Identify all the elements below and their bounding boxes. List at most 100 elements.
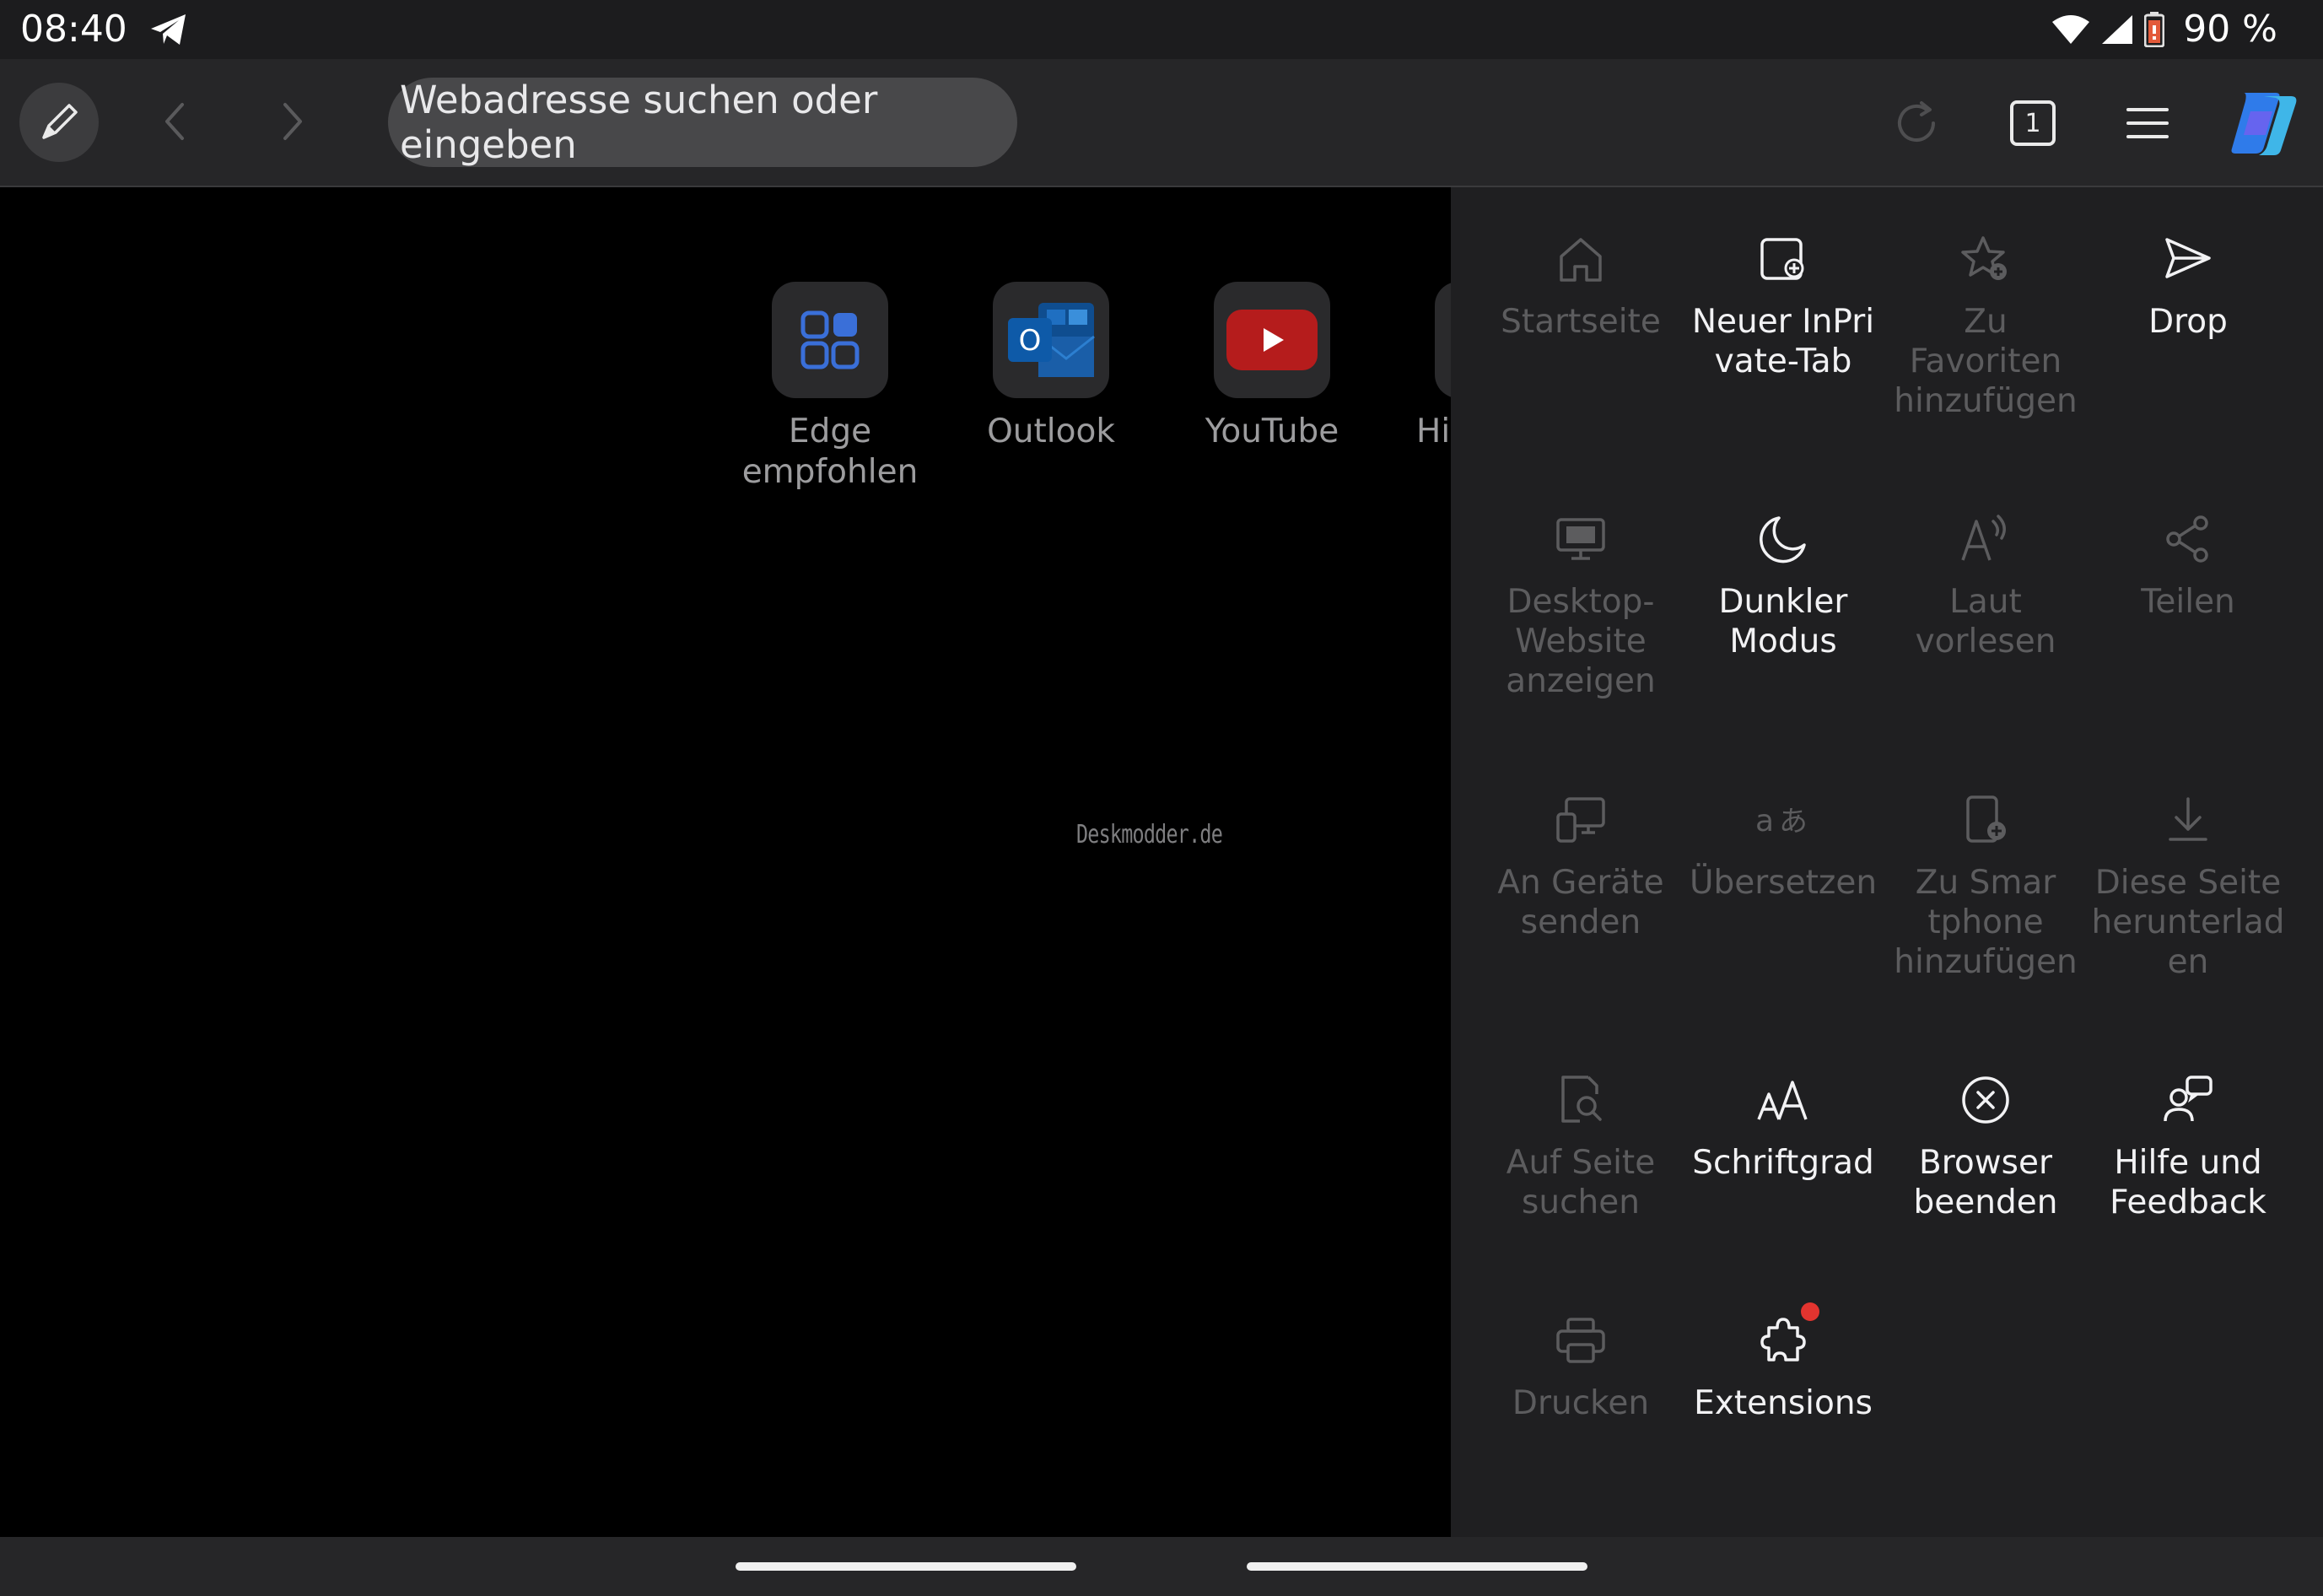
svg-text:あ: あ: [1779, 805, 1808, 838]
forward-icon: [283, 103, 302, 140]
read-aloud-icon: [1954, 508, 2017, 570]
tile-icon: [1435, 282, 1451, 398]
menu-item-label: Dunkler Modus: [1718, 583, 1848, 661]
menu-item-label: Neuer InPri vate-Tab: [1691, 303, 1875, 380]
menu-item-inprivate-tab[interactable]: Neuer InPri vate-Tab: [1682, 228, 1884, 381]
telegram-icon: [151, 14, 186, 45]
svg-text:a: a: [1755, 804, 1774, 838]
watermark: Deskmodder.de: [1076, 820, 1223, 849]
tabs-icon: 1: [2010, 100, 2056, 146]
menu-item-teilen[interactable]: Teilen: [2087, 508, 2289, 622]
status-time: 08:40: [20, 8, 127, 51]
status-bar: 08:40 90 %: [0, 0, 2323, 59]
menu-item-dunkler-modus[interactable]: Dunkler Modus: [1682, 508, 1884, 661]
menu-item-herunterladen[interactable]: Diese Seite herunterlad en: [2087, 789, 2289, 982]
notification-badge: [1801, 1302, 1819, 1321]
menu-item-schriftgrad[interactable]: Schriftgrad: [1682, 1069, 1884, 1183]
status-right: 90 %: [2051, 7, 2277, 52]
inprivate-tab-icon: [1752, 228, 1814, 290]
download-icon: [2157, 789, 2219, 851]
navigation-bar: [0, 1537, 2323, 1596]
tab-count: 1: [2024, 108, 2041, 138]
battery-icon: [2144, 12, 2165, 47]
extensions-icon: [1752, 1302, 1819, 1372]
shortcut-youtube[interactable]: YouTube: [1175, 282, 1369, 452]
menu-item-hilfe-feedback[interactable]: Hilfe und Feedback: [2087, 1069, 2289, 1222]
shortcut-label: Edge empfohlen: [741, 412, 919, 491]
gesture-handle-right[interactable]: [1247, 1562, 1587, 1571]
menu-item-an-geraete-senden[interactable]: An Geräte senden: [1479, 789, 1682, 942]
find-on-page-icon: [1550, 1069, 1612, 1131]
menu-item-label: Startseite: [1501, 303, 1661, 341]
address-placeholder: Webadresse suchen oder eingeben: [400, 78, 878, 167]
menu-item-startseite[interactable]: Startseite: [1479, 228, 1682, 342]
menu-item-label: Zu Favoriten hinzufügen: [1894, 303, 2078, 420]
menu-item-label: An Geräte senden: [1497, 864, 1664, 941]
menu-item-label: Desktop-Website anzeigen: [1506, 583, 1656, 700]
print-icon: [1550, 1309, 1612, 1372]
drop-send-icon: [2157, 228, 2219, 290]
pen-icon: [42, 104, 78, 139]
menu-item-label: Schriftgrad: [1692, 1144, 1874, 1182]
menu-item-extensions[interactable]: Extensions: [1682, 1302, 1884, 1423]
shortcut-label: Hi: [1416, 412, 1451, 450]
copilot-icon: [2231, 93, 2297, 155]
svg-text:O: O: [1019, 324, 1042, 358]
favorite-add-icon: [1954, 228, 2017, 290]
menu-item-label: Auf Seite suchen: [1506, 1144, 1656, 1221]
menu-icon: [2126, 108, 2169, 138]
menu-item-label: Übersetzen: [1689, 864, 1878, 902]
shortcut-label: YouTube: [1205, 412, 1339, 450]
moon-icon: [1752, 508, 1814, 570]
shortcut-outlook[interactable]: O Outlook: [954, 282, 1148, 452]
reload-button[interactable]: [1884, 91, 1948, 155]
menu-item-drucken[interactable]: Drucken: [1479, 1309, 1682, 1423]
menu-item-label: Diese Seite herunterlad en: [2091, 864, 2285, 981]
menu-item-label: Drucken: [1512, 1384, 1650, 1422]
desktop-icon: [1550, 508, 1612, 570]
menu-item-drop[interactable]: Drop: [2087, 228, 2289, 342]
send-to-devices-icon: [1550, 789, 1612, 851]
outlook-icon: O: [993, 282, 1109, 398]
tabs-button[interactable]: 1: [2001, 91, 2065, 155]
cell-signal-icon: [2102, 15, 2133, 44]
shortcut-partial[interactable]: Hi: [1396, 282, 1451, 452]
menu-item-desktop-website[interactable]: Desktop-Website anzeigen: [1479, 508, 1682, 701]
copilot-button[interactable]: [2225, 86, 2303, 160]
font-size-icon: [1752, 1069, 1814, 1131]
menu-item-laut-vorlesen[interactable]: Laut vorlesen: [1884, 508, 2087, 661]
reload-icon: [1898, 101, 1935, 142]
menu-item-label: Teilen: [2141, 583, 2235, 621]
add-to-phone-icon: [1954, 789, 2017, 851]
shortcut-label: Outlook: [987, 412, 1115, 450]
close-circle-icon: [1954, 1069, 2017, 1131]
help-feedback-icon: [2157, 1069, 2219, 1131]
share-icon: [2157, 508, 2219, 570]
youtube-icon: [1214, 282, 1330, 398]
back-button[interactable]: [150, 96, 201, 147]
forward-button[interactable]: [267, 96, 317, 147]
menu-item-label: Drop: [2148, 303, 2228, 341]
menu-item-label: Browser beenden: [1913, 1144, 2058, 1221]
new-tab-page: Edge empfohlen O Outlook YouTube Hi Desk…: [0, 187, 1451, 1537]
menu-item-auf-seite-suchen[interactable]: Auf Seite suchen: [1479, 1069, 1682, 1222]
menu-item-label: Extensions: [1694, 1384, 1873, 1422]
menu-item-favoriten[interactable]: Zu Favoriten hinzufügen: [1884, 228, 2087, 421]
menu-button[interactable]: [2115, 91, 2180, 155]
browser-toolbar: Webadresse suchen oder eingeben 1: [0, 59, 2323, 187]
gesture-handle-left[interactable]: [736, 1562, 1076, 1571]
menu-item-zu-smartphone[interactable]: Zu Smar tphone hinzufügen: [1884, 789, 2087, 982]
pen-button[interactable]: [19, 83, 99, 162]
address-bar[interactable]: Webadresse suchen oder eingeben: [388, 78, 1017, 167]
menu-item-label: Zu Smar tphone hinzufügen: [1894, 864, 2078, 981]
menu-item-label: Laut vorlesen: [1915, 583, 2056, 661]
menu-item-uebersetzen[interactable]: a あ Übersetzen: [1682, 789, 1884, 903]
menu-item-browser-beenden[interactable]: Browser beenden: [1884, 1069, 2087, 1222]
edge-apps-icon: [772, 282, 888, 398]
battery-percent: 90 %: [2183, 8, 2277, 51]
menu-item-label: Hilfe und Feedback: [2110, 1144, 2266, 1221]
wifi-icon: [2052, 15, 2090, 44]
translate-icon: a あ: [1752, 789, 1814, 851]
shortcut-edge-empfohlen[interactable]: Edge empfohlen: [733, 282, 927, 493]
browser-menu-panel: Startseite Neuer InPri vate-Tab Zu Favor…: [1451, 187, 2323, 1537]
